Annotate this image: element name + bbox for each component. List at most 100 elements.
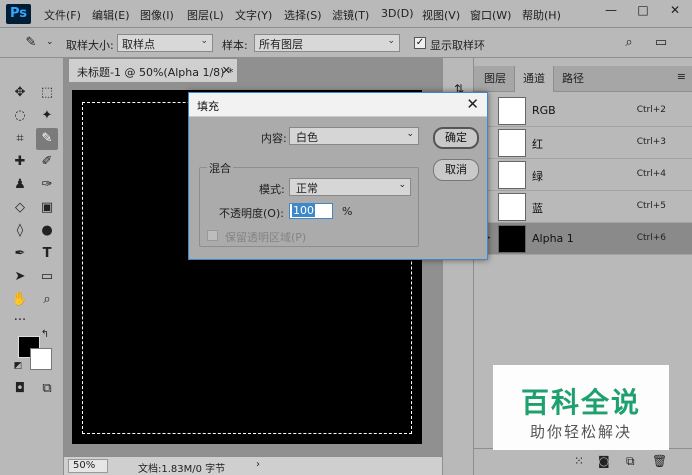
menu-filter[interactable]: 滤镜(T) [332, 7, 369, 23]
load-selection-icon[interactable]: ⁙ [574, 454, 584, 468]
close-icon[interactable]: ✕ [222, 64, 231, 77]
opacity-input[interactable]: 100 [289, 203, 333, 219]
channel-row-red[interactable]: 红 Ctrl+3 [474, 127, 692, 159]
save-selection-icon[interactable]: ◙ [598, 454, 610, 468]
sample-size-select[interactable]: 取样点 ⌄ [117, 34, 213, 52]
channel-row-blue[interactable]: 蓝 Ctrl+5 [474, 191, 692, 223]
path-selection-tool-icon[interactable]: ➤ [9, 266, 31, 288]
more-tools-icon[interactable]: ··· [9, 310, 31, 332]
menu-view[interactable]: 视图(V) [422, 7, 460, 23]
blur-tool-icon[interactable]: ◊ [9, 220, 31, 242]
sample-size-label: 取样大小: [66, 39, 114, 52]
cancel-button[interactable]: 取消 [433, 159, 479, 181]
chevron-down-icon: ⌄ [200, 36, 208, 46]
clone-stamp-tool-icon[interactable]: ♟ [9, 174, 31, 196]
watermark: 百科全说 助你轻松解决 [493, 365, 669, 450]
lasso-tool-icon[interactable]: ◌ [9, 105, 31, 127]
content-select[interactable]: 白色 ⌄ [289, 127, 419, 145]
dialog-title: 填充 [197, 100, 219, 113]
panel-tabs: 图层 通道 路径 ≡ [474, 66, 692, 92]
history-brush-tool-icon[interactable]: ✑ [36, 174, 58, 196]
background-color-swatch[interactable] [30, 348, 52, 370]
rectangle-tool-icon[interactable]: ▭ [36, 266, 58, 288]
preset-arrow-icon[interactable]: ⌄ [46, 37, 54, 47]
screen-mode-icon[interactable]: ⧉ [36, 378, 58, 400]
chevron-down-icon: ⌄ [398, 180, 406, 190]
channel-row-rgb[interactable]: RGB Ctrl+2 [474, 95, 692, 127]
healing-brush-tool-icon[interactable]: ✚ [9, 151, 31, 173]
channel-thumbnail [498, 193, 526, 221]
preserve-transparency-label: 保留透明区域(P) [225, 231, 307, 244]
close-icon[interactable]: ✕ [466, 95, 479, 113]
menu-window[interactable]: 窗口(W) [470, 7, 511, 23]
status-bar: 50% 文档:1.83M/0 字节 › [64, 456, 442, 475]
menu-layer[interactable]: 图层(L) [187, 7, 224, 23]
zoom-tool-icon[interactable]: ⌕ [36, 289, 58, 311]
show-ring-checkbox[interactable]: ✓ [414, 37, 426, 49]
opacity-unit: % [342, 205, 353, 218]
channel-row-alpha[interactable]: ▸ Alpha 1 Ctrl+6 [474, 223, 692, 255]
delete-channel-icon[interactable]: 🗑 [652, 454, 667, 468]
tab-paths[interactable]: 路径 [554, 66, 592, 92]
tools-panel: ✥ ⬚ ◌ ✦ ⌗ ✎ ✚ ✐ ♟ ✑ ◇ ▣ ◊ ● ✒ T ➤ ▭ ✋ ⌕ … [0, 58, 64, 475]
type-tool-icon[interactable]: T [36, 243, 58, 265]
swap-colors-icon[interactable]: ↰ [38, 328, 52, 342]
options-bar: ✎ ⌄ 取样大小: 取样点 ⌄ 样本: 所有图层 ⌄ ✓ 显示取样环 ⌕ ▭ [0, 28, 692, 58]
menu-type[interactable]: 文字(Y) [235, 7, 272, 23]
maximize-button[interactable]: □ [628, 0, 658, 20]
watermark-title: 百科全说 [520, 386, 641, 419]
show-ring-label: 显示取样环 [430, 39, 485, 52]
eyedropper-tool-icon[interactable]: ✎ [36, 128, 58, 150]
channel-thumbnail [498, 225, 526, 253]
photoshop-logo: Ps [6, 4, 31, 24]
move-tool-icon[interactable]: ✥ [9, 82, 31, 104]
channel-thumbnail [498, 129, 526, 157]
zoom-field[interactable]: 50% [68, 459, 108, 473]
ok-button[interactable]: 确定 [433, 127, 479, 149]
panel-menu-icon[interactable]: ≡ [677, 70, 686, 83]
preserve-transparency-checkbox[interactable] [207, 230, 218, 241]
eraser-tool-icon[interactable]: ◇ [9, 197, 31, 219]
menu-select[interactable]: 选择(S) [284, 7, 322, 23]
new-channel-icon[interactable]: ⧉ [626, 454, 635, 469]
menu-bar: Ps 文件(F) 编辑(E) 图像(I) 图层(L) 文字(Y) 选择(S) 滤… [0, 0, 692, 28]
chevron-down-icon: ⌄ [406, 129, 414, 139]
channel-thumbnail [498, 161, 526, 189]
brush-tool-icon[interactable]: ✐ [36, 151, 58, 173]
channel-row-green[interactable]: 绿 Ctrl+4 [474, 159, 692, 191]
hand-tool-icon[interactable]: ✋ [9, 289, 31, 311]
eyedropper-preset-icon[interactable]: ✎ [20, 32, 42, 54]
mode-select[interactable]: 正常 ⌄ [289, 178, 411, 196]
chevron-right-icon[interactable]: › [256, 459, 260, 470]
crop-tool-icon[interactable]: ⌗ [9, 128, 31, 150]
default-colors-icon[interactable]: ◩ [12, 360, 24, 372]
magic-wand-tool-icon[interactable]: ✦ [36, 105, 58, 127]
gradient-tool-icon[interactable]: ▣ [36, 197, 58, 219]
quick-mask-icon[interactable]: ◘ [9, 378, 31, 400]
fill-dialog: 填充 ✕ 内容: 白色 ⌄ 混合 模式: 正常 ⌄ 不透明度(O): 100 %… [188, 92, 488, 260]
tab-channels[interactable]: 通道 [514, 66, 554, 92]
tab-layers[interactable]: 图层 [476, 66, 514, 92]
menu-file[interactable]: 文件(F) [44, 7, 81, 23]
document-tab[interactable]: 未标题-1 @ 50%(Alpha 1/8) * ✕ [68, 58, 238, 82]
close-window-button[interactable]: ✕ [660, 0, 690, 20]
pen-tool-icon[interactable]: ✒ [9, 243, 31, 265]
workspace-icon[interactable]: ▭ [650, 32, 672, 54]
search-icon[interactable]: ⌕ [618, 32, 640, 54]
content-label: 内容: [261, 132, 287, 145]
chevron-down-icon: ⌄ [387, 36, 395, 46]
dialog-title-bar: 填充 ✕ [189, 93, 487, 117]
menu-edit[interactable]: 编辑(E) [92, 7, 130, 23]
menu-3d[interactable]: 3D(D) [381, 7, 414, 20]
marquee-tool-icon[interactable]: ⬚ [36, 82, 58, 104]
dodge-tool-icon[interactable]: ● [36, 220, 58, 242]
watermark-subtitle: 助你轻松解决 [529, 423, 632, 441]
blend-group-label: 混合 [207, 160, 233, 176]
minimize-button[interactable]: — [596, 0, 626, 20]
opacity-label: 不透明度(O): [219, 207, 284, 220]
sample-label: 样本: [222, 39, 248, 52]
menu-image[interactable]: 图像(I) [140, 7, 174, 23]
mode-label: 模式: [259, 183, 285, 196]
sample-select[interactable]: 所有图层 ⌄ [254, 34, 400, 52]
menu-help[interactable]: 帮助(H) [522, 7, 561, 23]
